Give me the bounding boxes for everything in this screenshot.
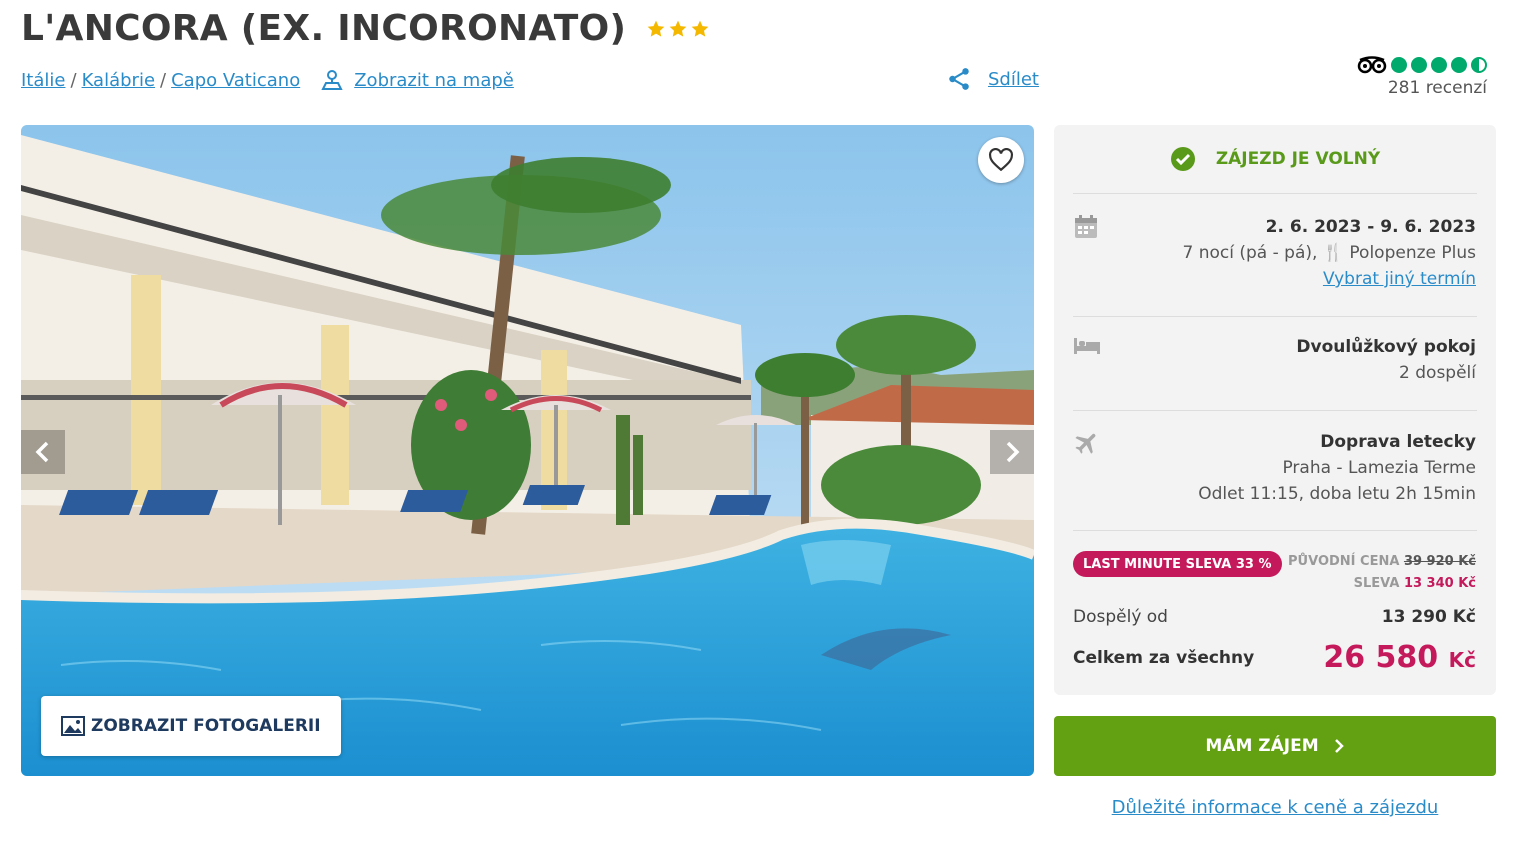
calendar-icon <box>1075 215 1097 238</box>
map-pin-icon <box>321 70 343 90</box>
price-info-link[interactable]: Důležité informace k ceně a zájezdu <box>1054 797 1496 818</box>
rating-circle <box>1411 57 1427 73</box>
room-section: Dvoulůžkový pokoj 2 dospělí <box>1073 334 1476 386</box>
hotel-stars <box>646 19 710 39</box>
rating-circle <box>1451 57 1467 73</box>
show-gallery-button[interactable]: ZOBRAZIT FOTOGALERII <box>41 696 341 756</box>
bed-icon <box>1074 338 1100 354</box>
nights-count: 7 nocí (pá - pá), <box>1182 243 1318 263</box>
heart-icon <box>989 148 1013 172</box>
booking-panel: ZÁJEZD JE VOLNÝ 2. 6. 2023 - 9. 6. 2023 … <box>1054 125 1496 695</box>
review-count: 281 recenzí <box>1387 78 1487 98</box>
flight-route: Praha - Lamezia Terme <box>1282 458 1476 478</box>
discount-amount: 13 340 Kč <box>1403 576 1476 591</box>
show-gallery-label: ZOBRAZIT FOTOGALERII <box>91 716 321 736</box>
stay-details: 7 nocí (pá - pá), 🍴 Polopenze Plus <box>1073 240 1476 266</box>
interest-button-label: MÁM ZÁJEM <box>1205 736 1319 756</box>
divider <box>1073 410 1477 411</box>
total-price-row: Celkem za všechny 26 580 Kč <box>1073 640 1476 675</box>
adult-price: 13 290 Kč <box>1381 607 1476 627</box>
total-price-amount: 26 580 <box>1323 640 1439 675</box>
total-price-currency: Kč <box>1448 648 1476 672</box>
original-price: 39 920 Kč <box>1403 554 1476 569</box>
share-link[interactable]: Sdílet <box>988 69 1039 90</box>
price-breakdown: PŮVODNÍ CENA 39 920 Kč SLEVA 13 340 Kč <box>1288 551 1476 595</box>
divider <box>1073 530 1477 531</box>
trip-dates: 2. 6. 2023 - 9. 6. 2023 <box>1265 217 1476 237</box>
fork-knife-icon: 🍴 <box>1322 243 1344 263</box>
chevron-right-icon <box>1334 739 1344 753</box>
discount-badge: LAST MINUTE SLEVA 33 % <box>1073 551 1282 577</box>
tripadvisor-rating[interactable]: 281 recenzí <box>1357 56 1487 98</box>
breadcrumb-separator: / <box>160 69 167 91</box>
total-price-label: Celkem za všechny <box>1073 647 1255 668</box>
adult-price-row: Dospělý od 13 290 Kč <box>1073 607 1476 627</box>
board-type: Polopenze Plus <box>1349 243 1476 263</box>
breadcrumb-separator: / <box>70 69 77 91</box>
gallery-next-button[interactable] <box>990 430 1034 474</box>
breadcrumb-country[interactable]: Itálie <box>21 70 65 91</box>
rating-circle <box>1431 57 1447 73</box>
tripadvisor-owl-icon <box>1357 56 1387 74</box>
favorite-button[interactable] <box>978 137 1024 183</box>
chevron-left-icon <box>35 441 49 463</box>
room-type: Dvoulůžkový pokoj <box>1296 337 1476 357</box>
discount-label: SLEVA <box>1353 576 1400 591</box>
share-control[interactable]: Sdílet <box>946 66 1039 92</box>
original-price-label: PŮVODNÍ CENA <box>1288 554 1400 569</box>
guest-count: 2 dospělí <box>1399 363 1476 383</box>
total-price: 26 580 Kč <box>1323 640 1476 675</box>
star-icon <box>669 20 687 37</box>
departure-info: Odlet 11:15, doba letu 2h 15min <box>1198 484 1476 504</box>
photo-gallery[interactable]: ZOBRAZIT FOTOGALERII <box>21 125 1034 776</box>
breadcrumb-region[interactable]: Kalábrie <box>82 70 155 91</box>
rating-circle <box>1391 57 1407 73</box>
transport-section: Doprava letecky Praha - Lamezia Terme Od… <box>1073 429 1476 507</box>
image-icon <box>61 716 85 736</box>
star-icon <box>647 20 665 37</box>
hotel-photo <box>21 125 1034 776</box>
check-circle-icon <box>1170 147 1195 171</box>
rating-half-circle <box>1471 57 1487 73</box>
show-map-label[interactable]: Zobrazit na mapě <box>354 70 514 91</box>
divider <box>1073 316 1477 317</box>
divider <box>1073 193 1477 194</box>
show-map-link[interactable]: Zobrazit na mapě <box>320 68 514 92</box>
gallery-prev-button[interactable] <box>21 430 65 474</box>
airplane-icon <box>1075 433 1096 454</box>
breadcrumb-locality[interactable]: Capo Vaticano <box>171 70 300 91</box>
chevron-right-icon <box>1006 441 1020 463</box>
star-icon <box>691 20 709 37</box>
hotel-title: L'ANCORA (EX. INCORONATO) <box>21 8 627 49</box>
change-date-link[interactable]: Vybrat jiný termín <box>1323 269 1476 289</box>
transport-type: Doprava letecky <box>1320 432 1476 452</box>
availability-status: ZÁJEZD JE VOLNÝ <box>1054 125 1496 193</box>
adult-price-label: Dospělý od <box>1073 607 1168 627</box>
interest-button[interactable]: MÁM ZÁJEM <box>1054 716 1496 776</box>
dates-section: 2. 6. 2023 - 9. 6. 2023 7 nocí (pá - pá)… <box>1073 214 1476 292</box>
share-icon <box>949 68 969 90</box>
availability-label: ZÁJEZD JE VOLNÝ <box>1215 149 1381 169</box>
breadcrumb: Itálie / Kalábrie / Capo Vaticano Zobraz… <box>21 68 514 92</box>
